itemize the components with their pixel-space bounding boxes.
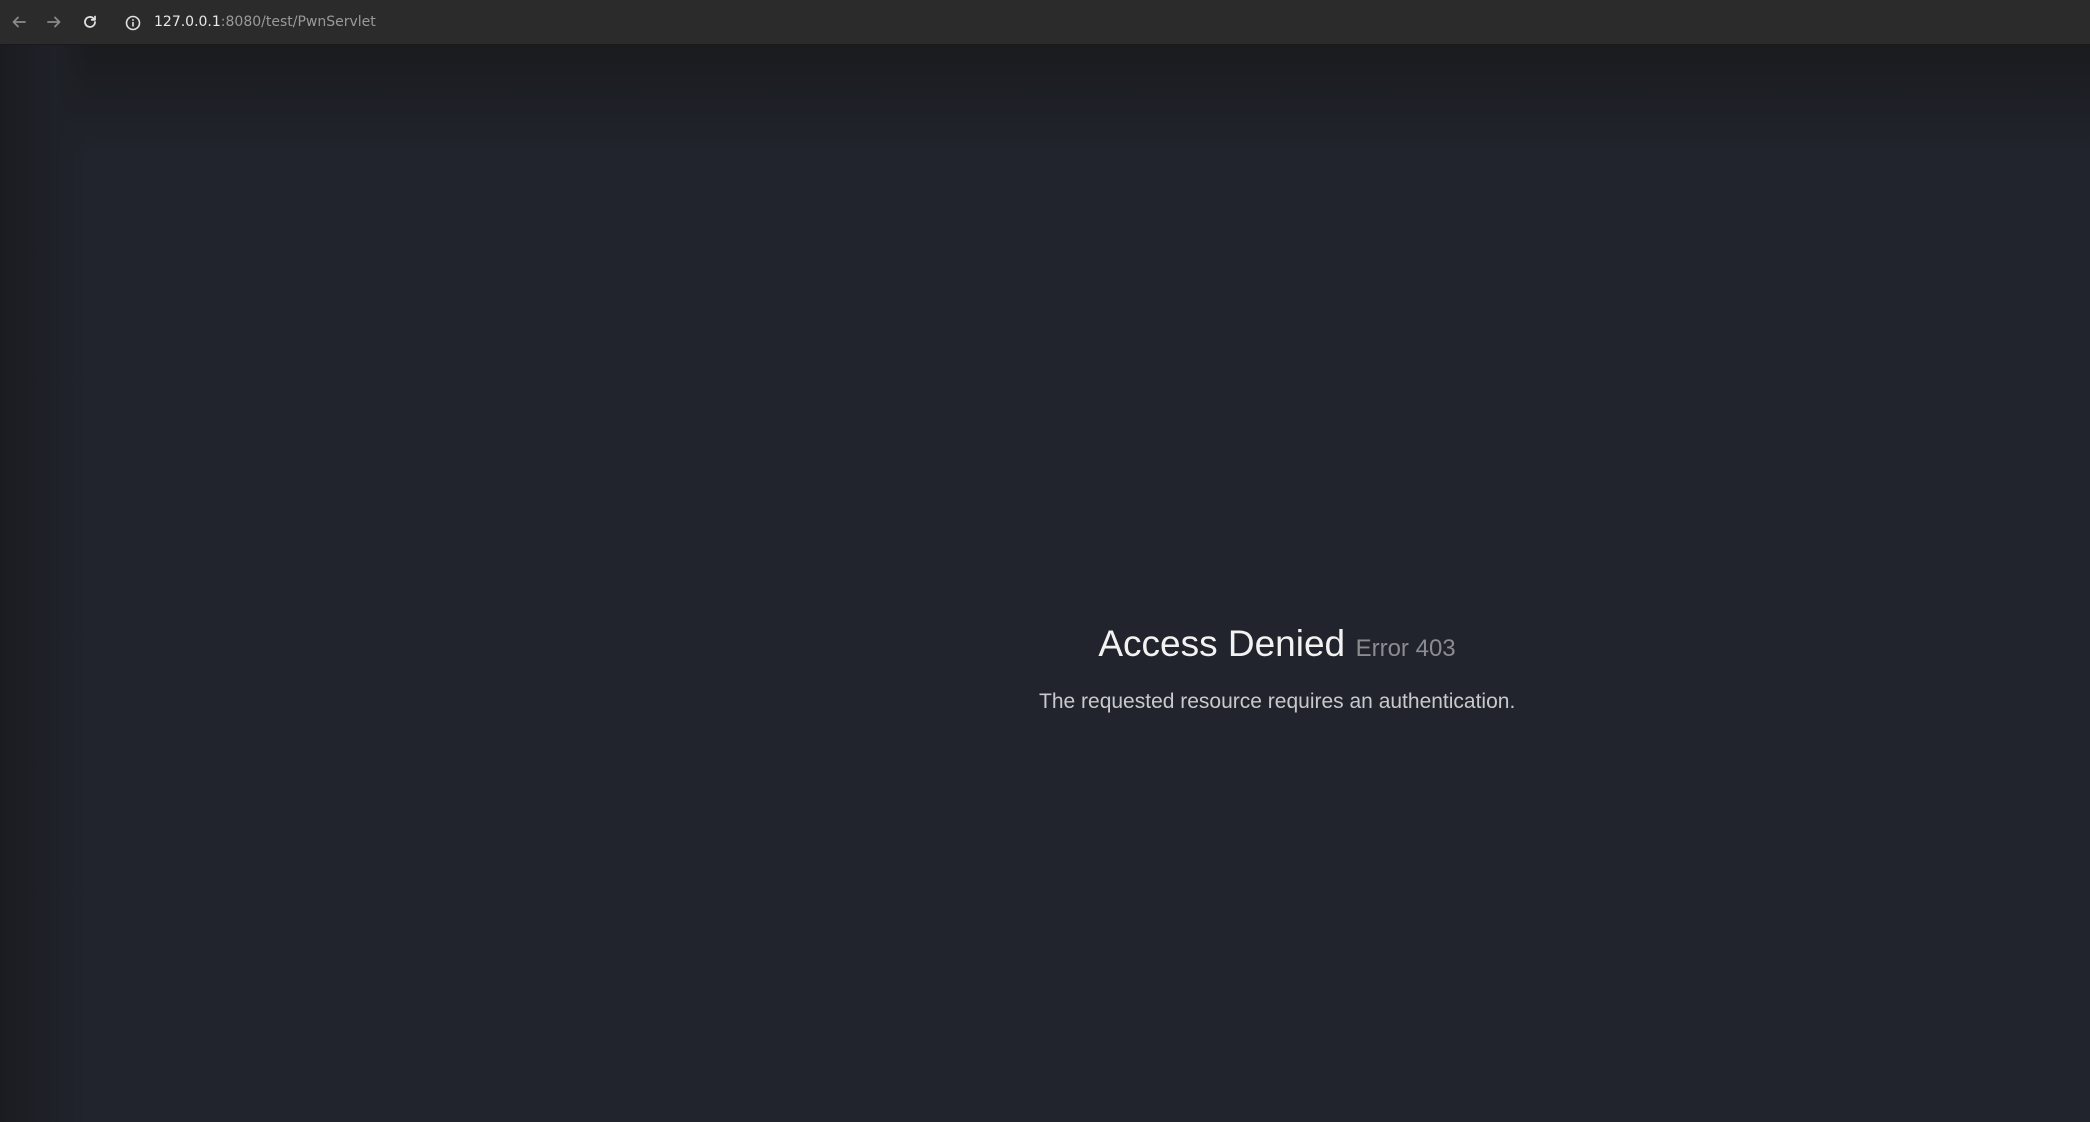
top-shade — [0, 45, 2090, 155]
browser-toolbar: 127.0.0.1:8080/test/PwnServlet — [0, 0, 2090, 45]
reload-button[interactable] — [79, 11, 101, 33]
title-line: Access Denied Error 403 — [1039, 623, 1515, 665]
info-icon[interactable] — [124, 14, 142, 32]
page-title: Access Denied — [1098, 623, 1346, 664]
url-host: 127.0.0.1 — [154, 14, 221, 30]
reload-icon — [84, 15, 96, 28]
page-viewport: Access Denied Error 403 The requested re… — [0, 45, 2090, 1122]
error-message-block: Access Denied Error 403 The requested re… — [1039, 623, 1515, 714]
url-path: :8080/test/PwnServlet — [220, 14, 376, 30]
left-shade — [0, 45, 90, 1122]
back-button[interactable] — [8, 11, 30, 33]
forward-button[interactable] — [43, 11, 65, 33]
error-description: The requested resource requires an authe… — [1039, 690, 1516, 713]
back-arrow-icon — [12, 16, 26, 28]
error-code: Error 403 — [1355, 635, 1456, 662]
address-bar[interactable]: 127.0.0.1:8080/test/PwnServlet — [154, 13, 376, 31]
forward-arrow-icon — [47, 16, 61, 28]
